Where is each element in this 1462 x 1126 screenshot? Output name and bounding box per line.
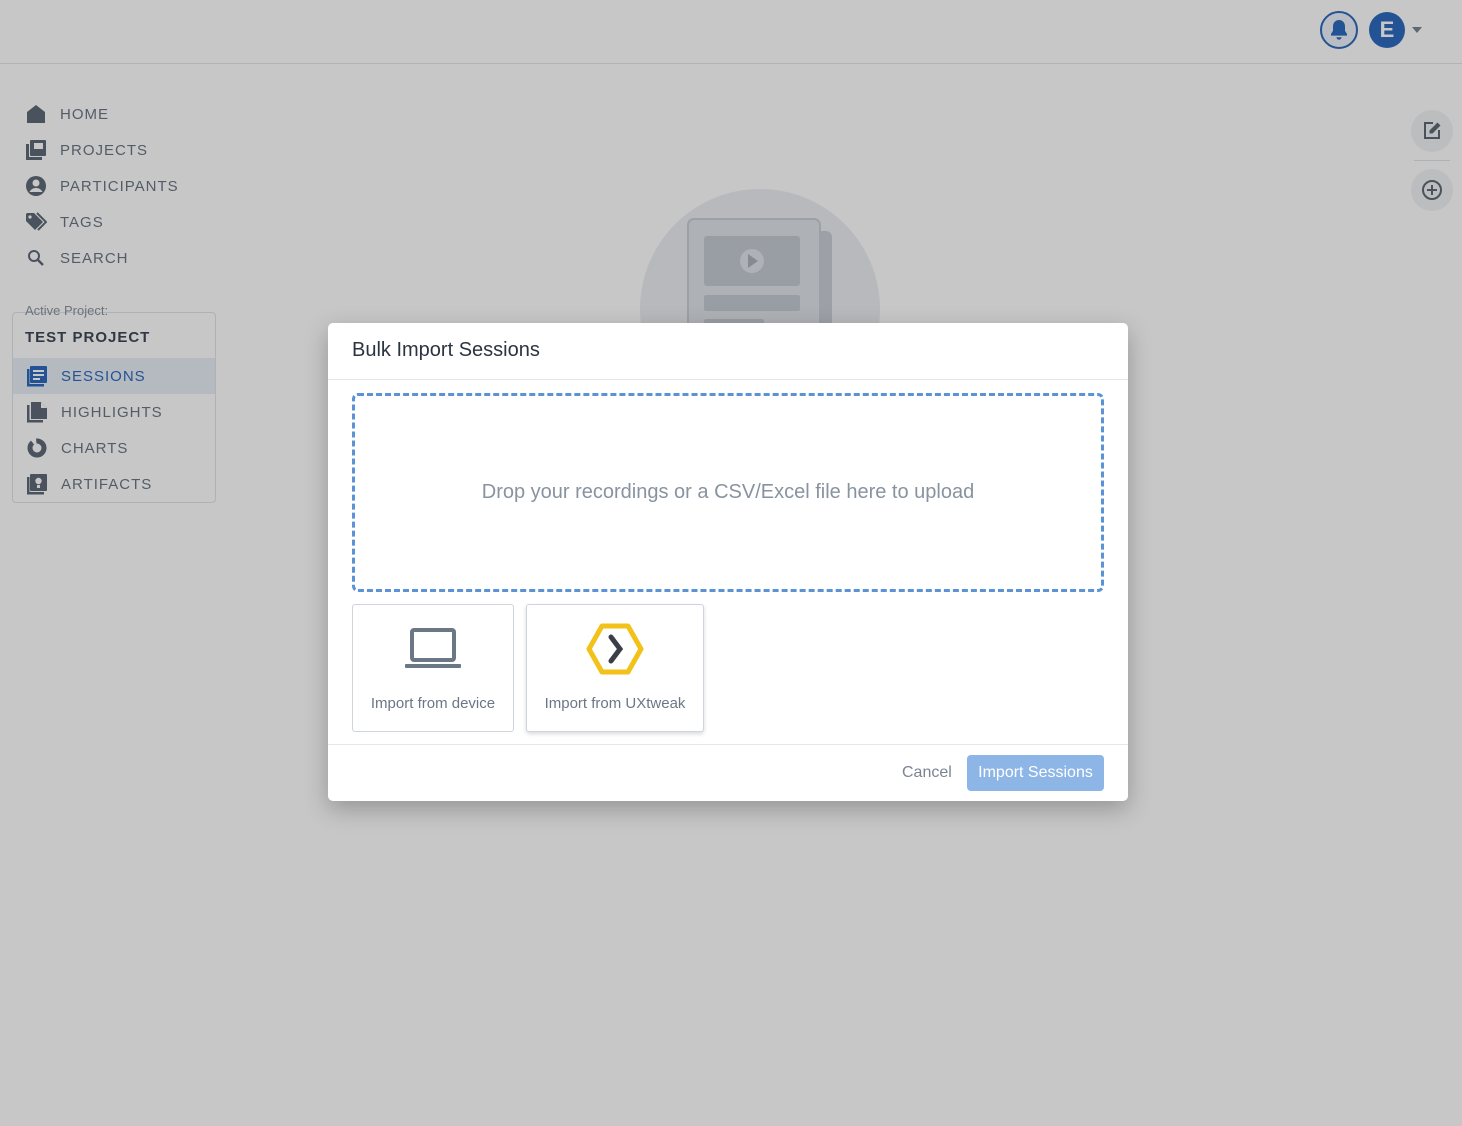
bulk-import-modal: Bulk Import Sessions Drop your recording… (328, 323, 1128, 801)
modal-title: Bulk Import Sessions (328, 323, 1128, 380)
laptop-icon (404, 621, 462, 677)
import-option-label: Import from UXtweak (544, 695, 686, 712)
cancel-button[interactable]: Cancel (894, 755, 960, 791)
modal-footer: Cancel Import Sessions (328, 744, 1128, 801)
import-sessions-button[interactable]: Import Sessions (967, 755, 1104, 791)
dropzone-text: Drop your recordings or a CSV/Excel file… (481, 481, 975, 503)
import-from-device-button[interactable]: Import from device (352, 604, 514, 732)
import-from-uxtweak-button[interactable]: Import from UXtweak (526, 604, 704, 732)
uxtweak-logo-icon (586, 621, 644, 677)
import-option-label: Import from device (370, 695, 496, 712)
file-dropzone[interactable]: Drop your recordings or a CSV/Excel file… (352, 393, 1104, 592)
app-root: E HOME PROJECTS PARTICIPANTS TAGS SEARCH… (0, 0, 1462, 1126)
